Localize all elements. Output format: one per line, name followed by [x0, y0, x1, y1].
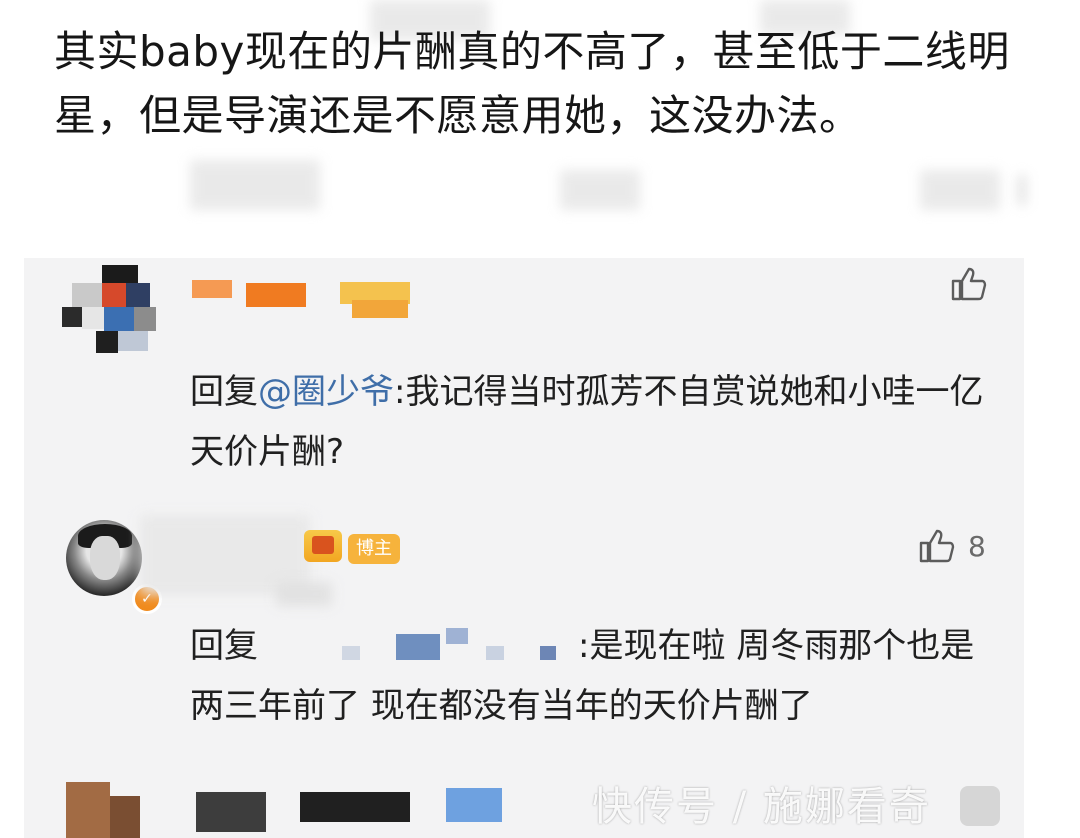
comment-reply-text: 回复@圈少爷:我记得当时孤芳不自赏说她和小哇一亿天价片酬?: [190, 362, 990, 482]
host-badge: 博主: [348, 534, 400, 564]
reply-prefix: 回复: [190, 626, 258, 666]
like-icon[interactable]: [950, 266, 988, 302]
watermark: 快传号 / 施娜看奇: [592, 784, 931, 830]
reply-prefix: 回复: [190, 372, 258, 412]
like-count: 8: [968, 530, 986, 563]
mention-link[interactable]: @圈少爷: [258, 372, 394, 412]
post-text: 其实baby现在的片酬真的不高了，甚至低于二线明星，但是导演还是不愿意用她，这没…: [54, 27, 1010, 140]
comment-reply-text: 回复:是现在啦 周冬雨那个也是两三年前了 现在都没有当年的天价片酬了: [190, 616, 990, 736]
like-icon[interactable]: [918, 528, 956, 564]
avatar[interactable]: [66, 520, 142, 596]
comment-body: :是现在啦 周冬雨那个也是两三年前了 现在都没有当年的天价片酬了: [190, 626, 975, 726]
avatar[interactable]: [62, 265, 160, 355]
crown-icon: [304, 530, 342, 562]
